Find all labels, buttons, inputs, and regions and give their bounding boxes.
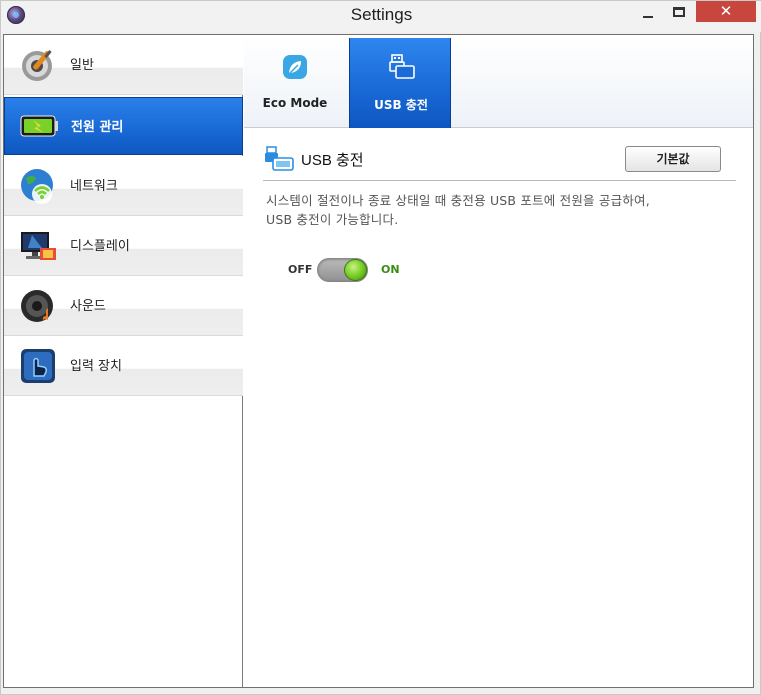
- globe-wifi-icon: [21, 169, 53, 204]
- leaf-icon: [283, 55, 307, 79]
- sidebar-item-label: 전원 관리: [71, 120, 124, 135]
- sidebar-item-general[interactable]: 일반: [4, 35, 243, 95]
- sidebar-item-label: 일반: [70, 58, 94, 73]
- usb-charge-toggle[interactable]: [317, 258, 368, 282]
- speaker-icon: [21, 290, 53, 322]
- sidebar-item-label: 사운드: [70, 299, 106, 314]
- gear-wrench-icon: [22, 50, 52, 81]
- minimize-button[interactable]: [634, 1, 662, 22]
- sidebar-item-label: 디스플레이: [70, 239, 130, 254]
- reset-defaults-button[interactable]: 기본값: [625, 146, 721, 172]
- close-button[interactable]: ✕: [696, 1, 756, 22]
- touch-hand-icon: [21, 349, 55, 383]
- sidebar-item-sound[interactable]: 사운드: [4, 276, 243, 336]
- sidebar-item-display[interactable]: 디스플레이: [4, 216, 243, 276]
- sidebar-item-power[interactable]: 전원 관리: [4, 97, 243, 155]
- usb-charge-icon: [265, 146, 294, 171]
- description-line: 시스템이 절전이나 종료 상태일 때 충전용 USB 포트에 전원을 공급하여,: [266, 193, 650, 208]
- usb-device-icon: [389, 54, 415, 79]
- sidebar-item-network[interactable]: 네트워크: [4, 156, 243, 216]
- monitor-icon: [21, 232, 56, 260]
- battery-icon: [20, 115, 58, 137]
- close-icon: ✕: [719, 2, 733, 20]
- tab-label: USB 충전: [374, 98, 428, 112]
- tab-bar: Eco Mode USB 충전: [244, 35, 753, 128]
- toggle-off-label: OFF: [288, 263, 313, 276]
- sidebar-item-label: 네트워크: [70, 179, 118, 194]
- tab-eco-mode[interactable]: Eco Mode: [244, 38, 346, 128]
- toggle-knob[interactable]: [344, 259, 367, 281]
- toggle-on-label: ON: [381, 263, 400, 276]
- sidebar-item-input-device[interactable]: 입력 장치: [4, 336, 243, 396]
- section-divider: [263, 180, 736, 181]
- settings-window: Settings ✕ 일반 전원 관리 네트워크 디스플레이 사운드 입력 장치…: [0, 0, 761, 695]
- sidebar-item-label: 입력 장치: [70, 359, 122, 374]
- description-line: USB 충전이 가능합니다.: [266, 212, 399, 227]
- content-panel: USB 충전 기본값 시스템이 절전이나 종료 상태일 때 충전용 USB 포트…: [244, 129, 753, 687]
- minimize-icon: [643, 15, 653, 18]
- maximize-icon: [673, 6, 685, 17]
- client-area: 일반 전원 관리 네트워크 디스플레이 사운드 입력 장치 Eco Mode U…: [3, 34, 754, 688]
- section-title: USB 충전: [301, 152, 364, 169]
- tab-label: Eco Mode: [262, 96, 328, 110]
- section-description: 시스템이 절전이나 종료 상태일 때 충전용 USB 포트에 전원을 공급하여,…: [266, 191, 746, 229]
- tab-usb-charge[interactable]: USB 충전: [349, 38, 451, 128]
- sidebar: 일반 전원 관리 네트워크 디스플레이 사운드 입력 장치: [4, 35, 243, 687]
- maximize-button[interactable]: [665, 1, 693, 22]
- title-bar[interactable]: Settings ✕: [1, 1, 761, 32]
